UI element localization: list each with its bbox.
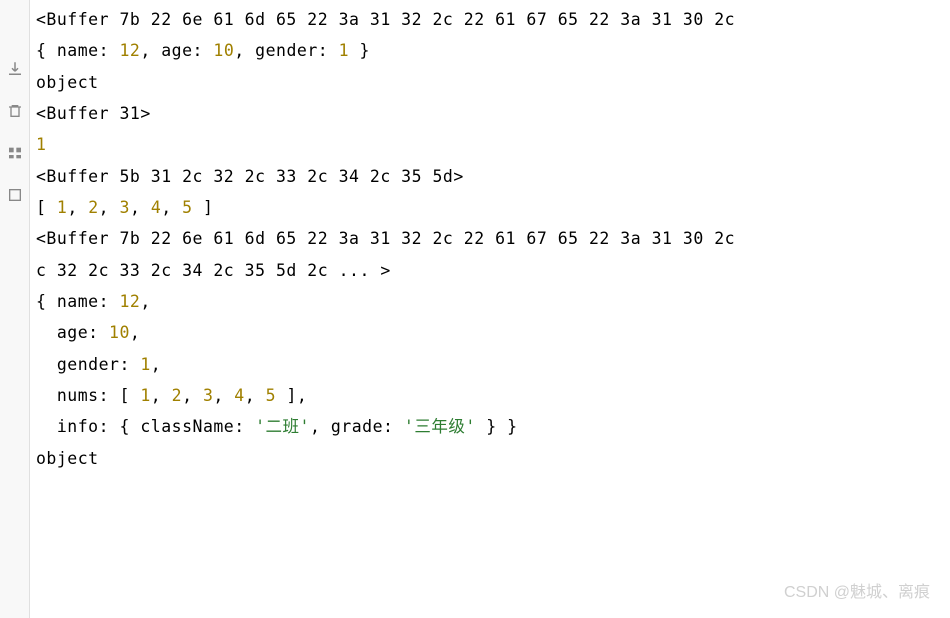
download-icon[interactable] bbox=[6, 60, 24, 78]
buffer-line: <Buffer 7b 22 6e 61 6d 65 22 3a 31 32 2c… bbox=[36, 223, 944, 254]
number-output: 1 bbox=[36, 129, 944, 160]
buffer-line: <Buffer 31> bbox=[36, 98, 944, 129]
object-line: nums: [ 1, 2, 3, 4, 5 ], bbox=[36, 380, 944, 411]
object-line: { name: 12, bbox=[36, 286, 944, 317]
panel-icon[interactable] bbox=[6, 144, 24, 162]
type-output: object bbox=[36, 443, 944, 474]
object-literal: { name: 12, age: 10, gender: 1 } bbox=[36, 35, 944, 66]
object-line: age: 10, bbox=[36, 317, 944, 348]
expand-icon[interactable] bbox=[6, 186, 24, 204]
buffer-line: <Buffer 5b 31 2c 32 2c 33 2c 34 2c 35 5d… bbox=[36, 161, 944, 192]
array-output: [ 1, 2, 3, 4, 5 ] bbox=[36, 192, 944, 223]
buffer-continuation: c 32 2c 33 2c 34 2c 35 5d 2c ... > bbox=[36, 255, 944, 286]
console-output: <Buffer 7b 22 6e 61 6d 65 22 3a 31 32 2c… bbox=[30, 0, 950, 618]
buffer-line: <Buffer 7b 22 6e 61 6d 65 22 3a 31 32 2c… bbox=[36, 4, 944, 35]
trash-icon[interactable] bbox=[6, 102, 24, 120]
object-line: gender: 1, bbox=[36, 349, 944, 380]
sidebar bbox=[0, 0, 30, 618]
type-output: object bbox=[36, 67, 944, 98]
object-line: info: { className: '二班', grade: '三年级' } … bbox=[36, 411, 944, 442]
